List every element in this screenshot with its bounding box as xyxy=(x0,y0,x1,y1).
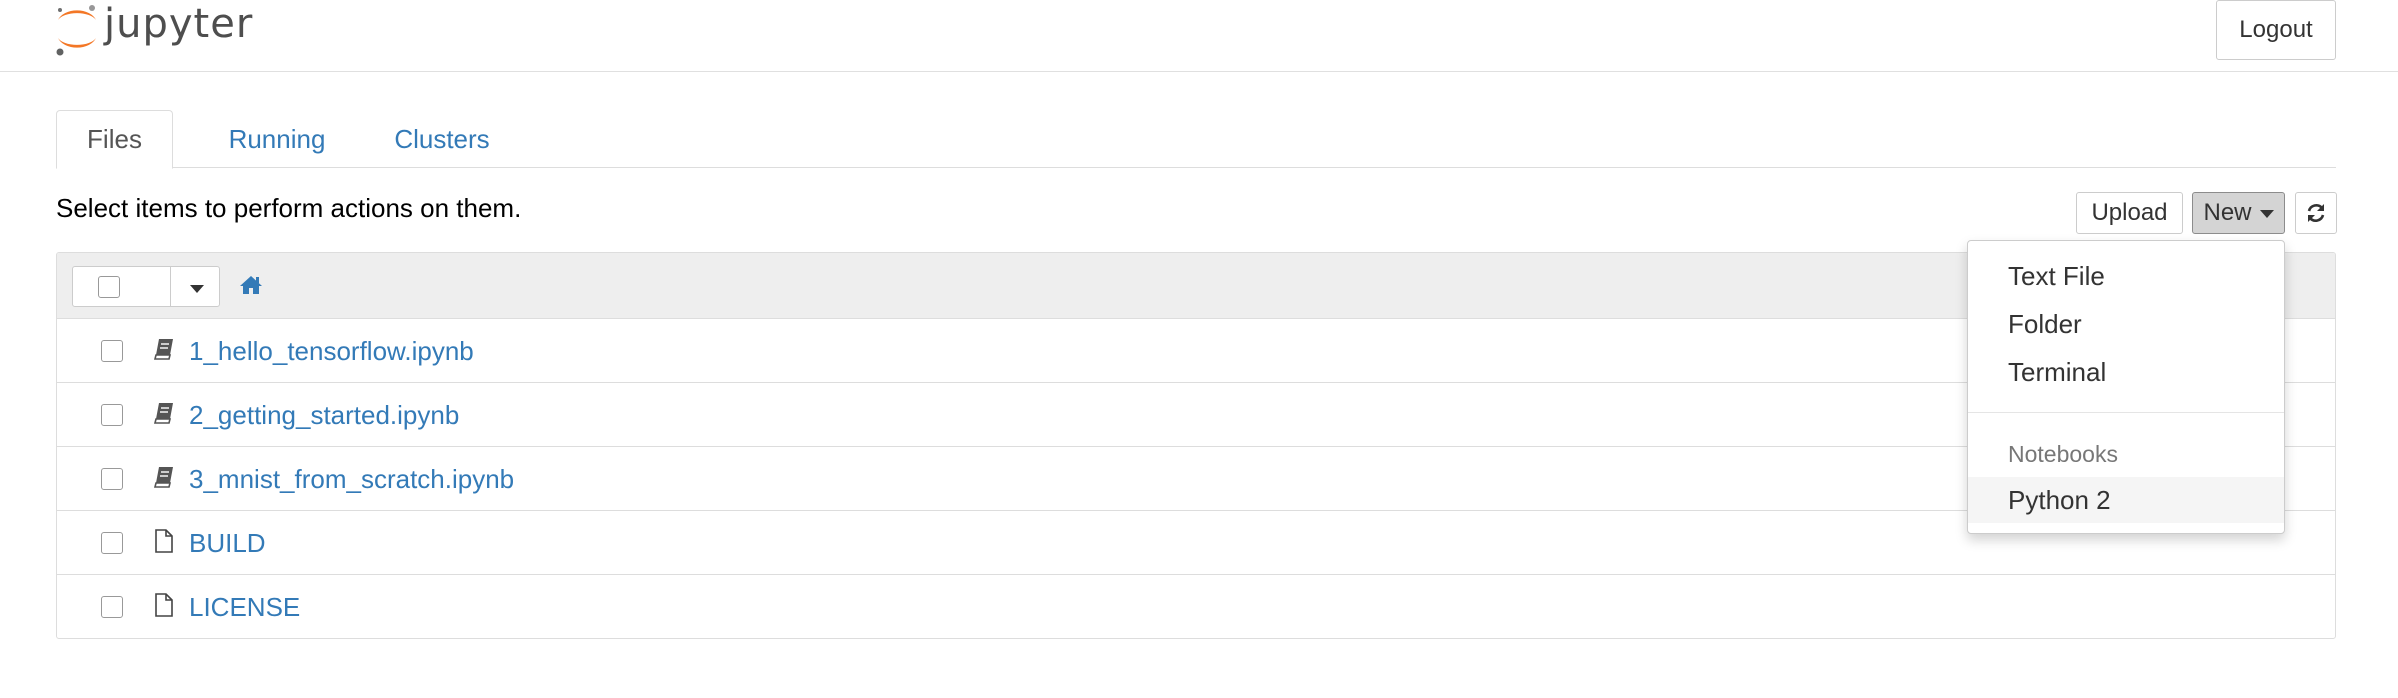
file-checkbox[interactable] xyxy=(101,404,123,426)
menu-item-folder[interactable]: Folder xyxy=(1968,301,2284,347)
menu-section-notebooks: Notebooks xyxy=(2008,441,2118,467)
notebook-icon xyxy=(153,339,173,360)
select-all-dropdown[interactable] xyxy=(72,266,220,307)
file-name-link[interactable]: 1_hello_tensorflow.ipynb xyxy=(189,336,474,367)
jupyter-logo[interactable]: jupyter xyxy=(52,0,253,60)
selection-hint: Select items to perform actions on them. xyxy=(56,193,522,223)
notebook-icon xyxy=(153,467,173,488)
refresh-icon xyxy=(2307,204,2325,222)
file-icon xyxy=(155,529,173,553)
home-icon[interactable] xyxy=(239,273,263,297)
menu-item-text-file[interactable]: Text File xyxy=(1968,253,2284,299)
upload-button[interactable]: Upload xyxy=(2076,192,2183,234)
logo-text: jupyter xyxy=(104,1,254,47)
file-checkbox[interactable] xyxy=(101,596,123,618)
file-name-link[interactable]: LICENSE xyxy=(189,592,300,623)
main-tabs: Files Running Clusters xyxy=(56,110,2336,169)
refresh-button[interactable] xyxy=(2295,192,2337,234)
file-checkbox[interactable] xyxy=(101,468,123,490)
header: jupyter Logout xyxy=(0,0,2398,72)
new-button-label: New xyxy=(2203,199,2252,226)
tab-clusters[interactable]: Clusters xyxy=(367,110,517,169)
new-dropdown-menu: Text File Folder Terminal Notebooks Pyth… xyxy=(1967,240,2285,534)
divider xyxy=(170,267,171,306)
select-caret-down-icon[interactable] xyxy=(190,285,204,293)
new-button[interactable]: New xyxy=(2192,192,2285,234)
select-all-checkbox[interactable] xyxy=(98,276,120,298)
tab-running[interactable]: Running xyxy=(202,110,352,169)
caret-down-icon xyxy=(2259,210,2274,218)
menu-item-python-2[interactable]: Python 2 xyxy=(1968,477,2284,523)
menu-divider xyxy=(1968,412,2284,413)
notebook-icon xyxy=(153,403,173,424)
file-name-link[interactable]: 3_mnist_from_scratch.ipynb xyxy=(189,464,514,495)
file-name-link[interactable]: BUILD xyxy=(189,528,266,559)
file-name-link[interactable]: 2_getting_started.ipynb xyxy=(189,400,459,431)
file-checkbox[interactable] xyxy=(101,532,123,554)
file-icon xyxy=(155,593,173,617)
logout-button[interactable]: Logout xyxy=(2216,0,2336,60)
file-checkbox[interactable] xyxy=(101,340,123,362)
file-row[interactable]: LICENSE xyxy=(57,575,2335,638)
menu-item-terminal[interactable]: Terminal xyxy=(1968,349,2284,395)
jupyter-logo-icon xyxy=(56,5,96,56)
tab-files[interactable]: Files xyxy=(56,110,173,169)
